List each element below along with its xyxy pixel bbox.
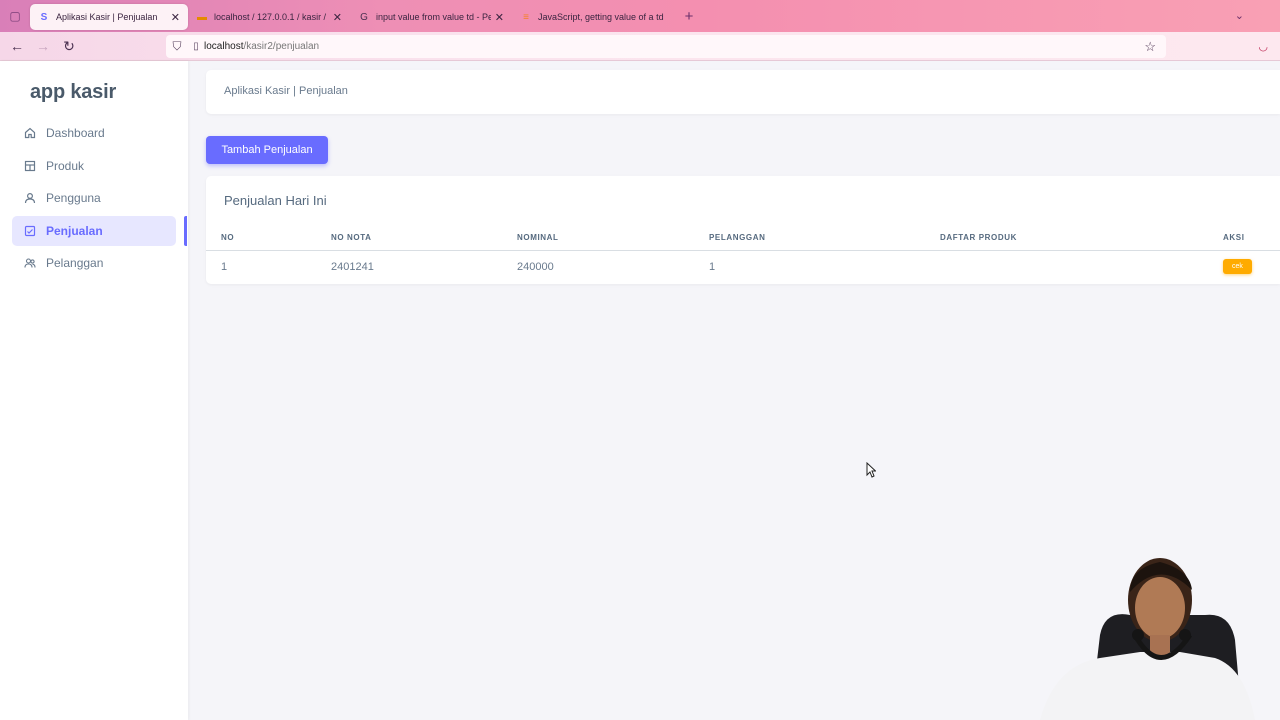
sales-table: NO NO NOTA NOMINAL PELANGGAN DAFTAR PROD… <box>206 226 1280 283</box>
new-tab-icon[interactable]: + <box>676 8 702 25</box>
store-icon <box>24 160 46 172</box>
sidebar-item-pengguna[interactable]: Pengguna <box>12 183 176 213</box>
cell-no-nota: 2401241 <box>331 260 374 273</box>
stackoverflow-icon: ≡ <box>523 11 529 23</box>
close-tab-icon[interactable]: ✕ <box>333 11 342 24</box>
mouse-cursor-icon <box>866 462 876 478</box>
cell-daftar-produk <box>940 250 1223 283</box>
tab-title: input value from value td - Pen <box>376 12 491 22</box>
sidebar-menu: Dashboard Produk Pengguna Penjualan Pela… <box>12 118 176 281</box>
cell-nominal: 240000 <box>517 260 554 273</box>
tab-overview-icon[interactable]: ▢ <box>0 0 30 32</box>
home-icon <box>24 127 46 139</box>
tab-google-search[interactable]: G input value from value td - Pen ✕ <box>350 4 512 30</box>
url-host: localhost <box>204 41 244 52</box>
chevron-down-icon[interactable]: ⌄ <box>1235 9 1244 22</box>
column-header-nominal: NOMINAL <box>517 226 709 251</box>
bookmark-star-icon[interactable]: ☆ <box>1144 39 1156 55</box>
column-header-no-nota: NO NOTA <box>331 226 517 251</box>
user-icon <box>24 192 46 204</box>
table-header-row: NO NO NOTA NOMINAL PELANGGAN DAFTAR PROD… <box>206 226 1280 251</box>
column-header-no: NO <box>206 226 331 251</box>
table-row: 1 2401241 240000 1 cek <box>206 250 1280 283</box>
breadcrumb: Aplikasi Kasir | Penjualan <box>224 85 348 97</box>
sidebar-item-label: Penjualan <box>46 223 103 238</box>
page-icon[interactable]: ▯ <box>188 41 204 52</box>
sidebar: app kasir Dashboard Produk Pengguna Penj… <box>0 61 188 720</box>
sidebar-item-penjualan[interactable]: Penjualan <box>12 215 176 246</box>
url-path: /kasir2/penjualan <box>243 41 320 52</box>
column-header-aksi: AKSI <box>1223 226 1280 251</box>
phpmyadmin-icon: ▬ <box>197 11 207 23</box>
sales-card: Penjualan Hari Ini NO NO NOTA NOMINAL PE… <box>206 176 1280 284</box>
sidebar-item-label: Dashboard <box>46 126 105 140</box>
sidebar-item-label: Pengguna <box>46 191 101 205</box>
tab-title: Aplikasi Kasir | Penjualan <box>56 12 158 22</box>
close-tab-icon[interactable]: ✕ <box>171 11 180 24</box>
pocket-icon[interactable]: ◡ <box>1258 40 1268 53</box>
sidebar-item-dashboard[interactable]: Dashboard <box>12 118 176 148</box>
users-icon <box>24 257 46 269</box>
add-sale-button[interactable]: Tambah Penjualan <box>206 136 328 164</box>
header-card: Aplikasi Kasir | Penjualan <box>206 70 1280 114</box>
cell-aksi: cek <box>1223 250 1280 283</box>
cell-pelanggan: 1 <box>709 260 716 273</box>
back-arrow-icon[interactable]: ← <box>4 38 30 54</box>
sidebar-item-pelanggan[interactable]: Pelanggan <box>12 248 176 278</box>
reload-icon[interactable]: ↻ <box>56 38 82 55</box>
checklist-icon <box>24 225 46 237</box>
tab-stackoverflow[interactable]: ≡ JavaScript, getting value of a td <box>512 4 674 30</box>
tab-aplikasi-kasir[interactable]: S Aplikasi Kasir | Penjualan ✕ <box>30 4 188 30</box>
s-logo-icon: S <box>40 11 48 23</box>
sidebar-item-produk[interactable]: Produk <box>12 151 176 181</box>
column-header-daftar-produk: DAFTAR PRODUK <box>940 226 1223 251</box>
tab-title: JavaScript, getting value of a td <box>538 12 664 22</box>
browser-tab-bar: ▢ S Aplikasi Kasir | Penjualan ✕ ▬ local… <box>0 0 1280 32</box>
sidebar-item-label: Produk <box>46 158 85 173</box>
browser-nav-bar: ← → ↻ ⛉ ▯ localhost/kasir2/penjualan ☆ ◡ <box>0 32 1280 61</box>
cell-no: 1 <box>221 260 228 273</box>
card-title: Penjualan Hari Ini <box>224 193 327 208</box>
sidebar-item-label: Pelanggan <box>46 256 104 270</box>
active-indicator <box>184 216 187 246</box>
address-bar[interactable]: ⛉ ▯ localhost/kasir2/penjualan ☆ <box>166 35 1166 58</box>
app-brand[interactable]: app kasir <box>30 81 116 104</box>
google-icon: G <box>360 11 368 23</box>
cek-button[interactable]: cek <box>1223 259 1252 275</box>
close-tab-icon[interactable]: ✕ <box>495 11 504 24</box>
forward-arrow-icon[interactable]: → <box>30 38 56 54</box>
column-header-pelanggan: PELANGGAN <box>709 226 940 251</box>
tab-title: localhost / 127.0.0.1 / kasir / pe <box>214 12 329 22</box>
tab-phpmyadmin[interactable]: ▬ localhost / 127.0.0.1 / kasir / pe ✕ <box>188 4 350 30</box>
shield-icon[interactable]: ⛉ <box>166 39 188 54</box>
webcam-presenter-image <box>1040 558 1255 720</box>
